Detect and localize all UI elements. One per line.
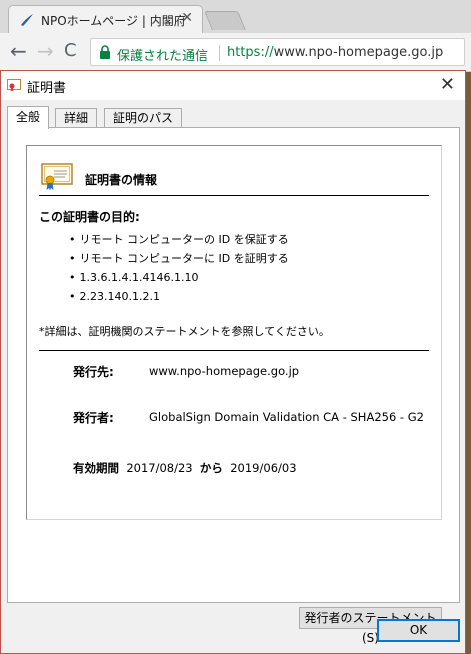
list-item: 1.3.6.1.4.1.4146.1.10 (69, 268, 289, 287)
tab-title: NPOホームページ | 内閣府 (41, 14, 186, 28)
forward-arrow-icon[interactable]: → (37, 41, 54, 61)
validity-period: 有効期間 2017/08/23 から 2019/06/03 (73, 460, 297, 476)
purpose-heading: この証明書の目的: (39, 210, 140, 224)
validity-label: 有効期間 (73, 461, 119, 475)
validity-from-word: から (199, 461, 223, 475)
url-text[interactable]: https://www.npo-homepage.go.jp (227, 45, 443, 60)
divider-bottom (39, 350, 429, 351)
divider-top (39, 195, 429, 196)
secure-connection-label[interactable]: 保護された通信 (117, 45, 208, 64)
site-favicon-icon (21, 14, 33, 26)
tab-general[interactable]: 全般 (7, 106, 50, 129)
dialog-title: 証明書 (27, 81, 67, 96)
list-item: 2.23.140.1.2.1 (69, 287, 289, 306)
dialog-titlebar: 証明書 ✕ (1, 71, 465, 100)
general-tab-panel: 証明書の情報 この証明書の目的: リモート コンピューターの ID を保証する … (7, 127, 460, 603)
address-bar[interactable]: 保護された通信 https://www.npo-homepage.go.jp (90, 38, 465, 66)
tab-close-icon[interactable]: ✕ (181, 10, 193, 26)
tab-details[interactable]: 詳細 (55, 108, 98, 128)
reload-icon[interactable]: C (64, 41, 77, 61)
url-host: www.npo-homepage.go.jp (273, 45, 444, 60)
list-item: リモート コンピューターの ID を保証する (69, 230, 289, 249)
certificate-info-title: 証明書の情報 (85, 173, 158, 187)
issued-to-value: www.npo-homepage.go.jp (149, 364, 300, 378)
certificate-dialog: 証明書 ✕ 全般 詳細 証明のパス 証明書の情報 この証明書の目的: リモート … (0, 70, 466, 654)
url-scheme: https:// (227, 45, 274, 60)
close-icon[interactable]: ✕ (440, 74, 455, 95)
issued-by-label: 発行者: (73, 411, 114, 425)
tab-certification-path[interactable]: 証明のパス (104, 108, 183, 128)
list-item: リモート コンピューターに ID を証明する (69, 249, 289, 268)
certificate-info-icon (41, 163, 73, 191)
omnibox-divider (219, 45, 220, 61)
browser-tabstrip: NPOホームページ | 内閣府 ✕ (0, 0, 471, 33)
issued-by-value: GlobalSign Domain Validation CA - SHA256… (149, 410, 424, 424)
back-arrow-icon[interactable]: ← (10, 41, 27, 61)
certificate-icon (7, 79, 21, 92)
browser-tab[interactable]: NPOホームページ | 内閣府 ✕ (8, 5, 203, 33)
valid-from-date: 2017/08/23 (126, 461, 193, 475)
certificate-info-box: 証明書の情報 この証明書の目的: リモート コンピューターの ID を保証する … (26, 145, 442, 520)
details-note: *詳細は、証明機関のステートメントを参照してください。 (39, 325, 330, 338)
issued-to-label: 発行先: (73, 365, 114, 379)
browser-toolbar: ← → C 保護された通信 https://www.npo-homepage.g… (0, 33, 471, 72)
new-tab-button[interactable] (204, 11, 246, 30)
valid-to-date: 2019/06/03 (230, 461, 297, 475)
lock-icon (100, 45, 110, 59)
purpose-list: リモート コンピューターの ID を保証する リモート コンピューターに ID … (69, 230, 289, 306)
ok-button[interactable]: OK (377, 619, 460, 642)
